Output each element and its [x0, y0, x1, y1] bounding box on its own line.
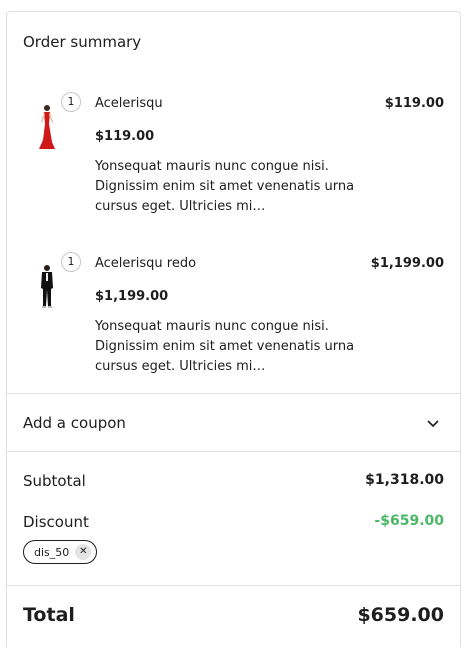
add-coupon-toggle[interactable]: Add a coupon — [7, 394, 460, 452]
black-suit-product-image — [41, 265, 53, 308]
divider — [7, 585, 460, 586]
item-unit-price: $1,199.00 — [95, 289, 169, 304]
applied-coupon-chip: dis_50 ✕ — [23, 540, 98, 564]
discount-label: Discount — [23, 513, 89, 531]
discount-value: -$659.00 — [374, 513, 444, 529]
red-dress-product-image — [39, 105, 55, 149]
item-description: Yonsequat mauris nunc congue nisi. Digni… — [95, 319, 355, 374]
chevron-down-icon — [427, 420, 439, 428]
quantity-badge: 1 — [61, 252, 81, 272]
subtotal-label: Subtotal — [23, 472, 86, 490]
quantity-badge: 1 — [61, 92, 81, 112]
item-line-total: $119.00 — [384, 96, 444, 111]
close-icon[interactable]: ✕ — [75, 544, 92, 560]
add-coupon-label: Add a coupon — [23, 414, 126, 432]
order-item: 1 Acelerisqu redo $1,199.00 $1,199.00 Yo… — [7, 252, 460, 392]
order-item: 1 Acelerisqu $119.00 $119.00 Yonsequat m… — [7, 92, 460, 232]
order-summary-panel: Order summary 1 Acelerisqu $119.00 $119.… — [6, 11, 461, 647]
order-summary-title: Order summary — [23, 33, 142, 51]
item-unit-price: $119.00 — [95, 129, 155, 144]
item-line-total: $1,199.00 — [370, 256, 444, 271]
subtotal-value: $1,318.00 — [365, 472, 444, 488]
divider — [7, 451, 460, 452]
item-description: Yonsequat mauris nunc congue nisi. Digni… — [95, 159, 355, 214]
total-value: $659.00 — [357, 604, 444, 626]
total-label: Total — [23, 604, 75, 626]
item-name: Acelerisqu redo — [95, 256, 197, 271]
item-name: Acelerisqu — [95, 96, 163, 111]
coupon-code: dis_50 — [34, 545, 70, 559]
